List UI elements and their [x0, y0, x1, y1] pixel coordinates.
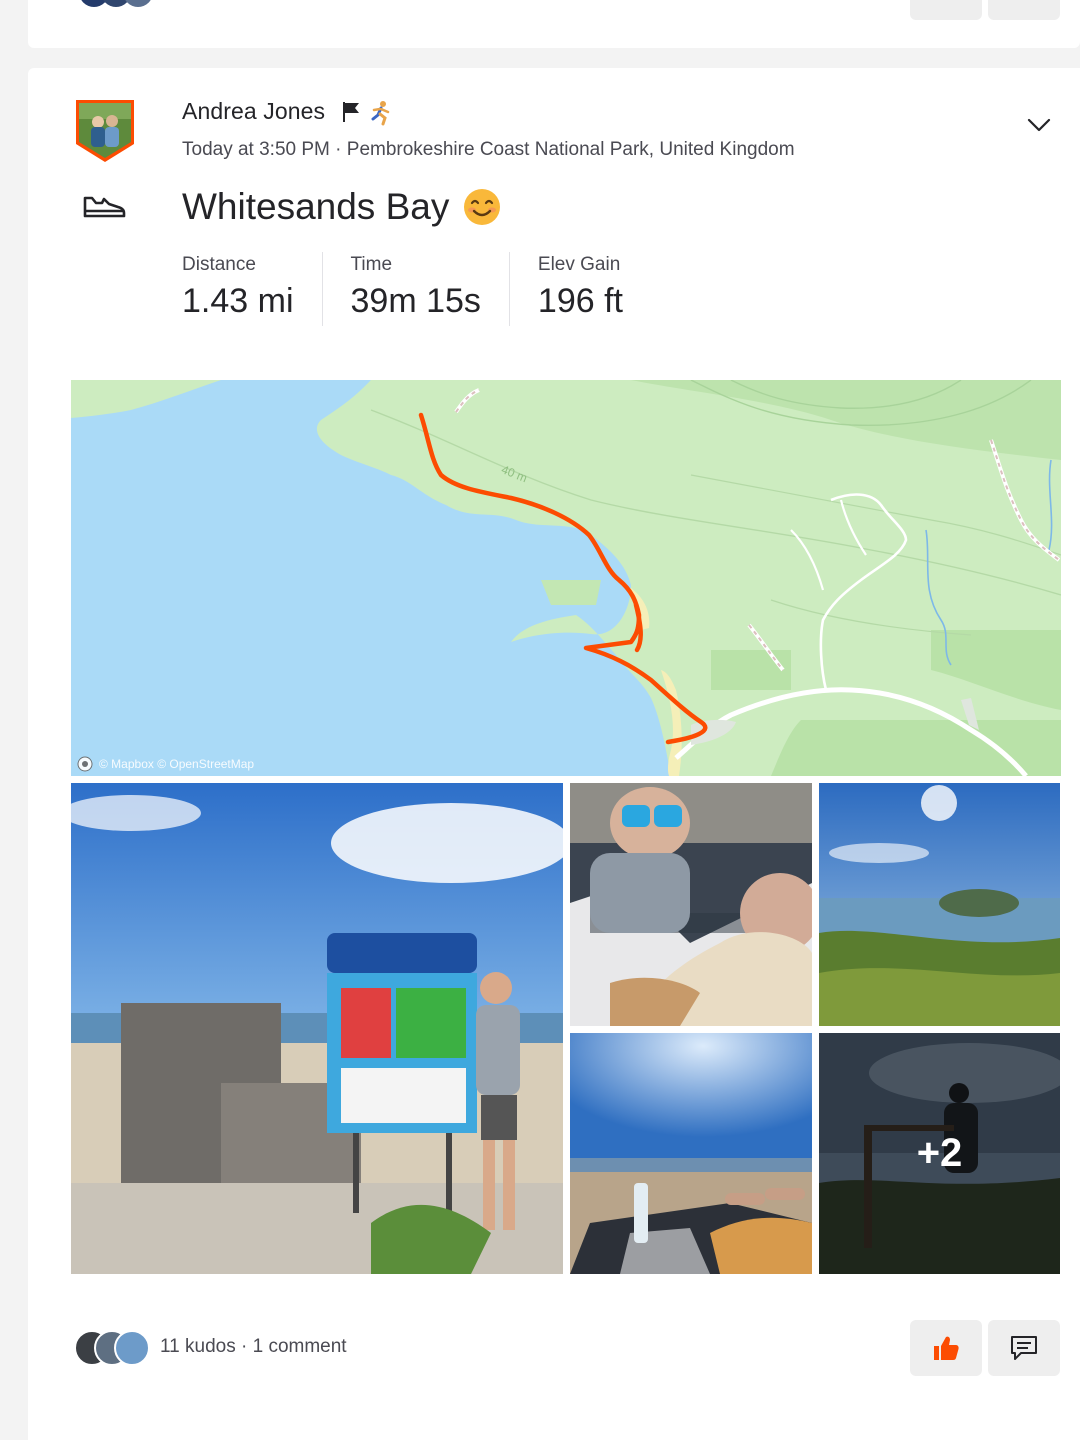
activity-timestamp: Today at 3:50 PM [182, 139, 330, 160]
shoe-icon [83, 196, 126, 218]
stat-time: Time 39m 15s [351, 252, 510, 326]
comment-count[interactable]: 1 comment [253, 1336, 347, 1357]
activity-title[interactable]: Whitesands Bay [182, 186, 501, 228]
stat-distance: Distance 1.43 mi [182, 252, 323, 326]
stat-value: 39m 15s [350, 282, 481, 320]
kudos-count[interactable]: 11 kudos [160, 1336, 236, 1357]
activity-card: Andrea Jones Today at 3:50 PM · Pembroke… [28, 68, 1080, 1440]
stat-label: Elev Gain [537, 254, 621, 275]
more-photos-count[interactable]: +2 [819, 1033, 1060, 1274]
previous-activity-card [28, 0, 1080, 48]
activity-location: Pembrokeshire Coast National Park, Unite… [346, 139, 795, 160]
previous-kudos-avatars[interactable] [80, 0, 180, 10]
comment-button[interactable] [988, 1320, 1060, 1376]
smiling-face-icon [464, 189, 501, 225]
kudos-button[interactable] [910, 1320, 982, 1376]
chevron-down-icon[interactable] [1026, 112, 1052, 138]
runner-icon [371, 101, 390, 126]
activity-stats: Distance 1.43 mi Time 39m 15s Elev Gain … [182, 252, 679, 326]
previous-comment-button[interactable] [988, 0, 1060, 20]
stat-value: 196 ft [537, 282, 623, 320]
meta-separator: · [329, 139, 347, 160]
stat-elevation: Elev Gain 196 ft [538, 252, 651, 326]
photo-3[interactable] [819, 783, 1060, 1026]
comment-icon [1011, 1336, 1037, 1360]
athlete-avatar[interactable] [74, 98, 136, 164]
attribution-text: © Mapbox © OpenStreetMap [99, 757, 255, 771]
mapbox-logo-icon [77, 756, 93, 772]
athlete-name[interactable]: Andrea Jones [182, 98, 325, 125]
activity-meta: Today at 3:50 PM · Pembrokeshire Coast N… [182, 139, 795, 161]
route-map[interactable]: 40 m © Mapbox © OpenStreetMap [71, 380, 1061, 776]
athlete-badges [340, 100, 394, 126]
thumbs-up-icon [934, 1336, 959, 1360]
photo-2[interactable] [570, 783, 812, 1026]
photo-4[interactable] [570, 1033, 812, 1274]
kudos-avatars[interactable] [74, 1330, 154, 1366]
photo-5-more[interactable]: +2 [819, 1033, 1060, 1274]
kudos-summary[interactable]: 11 kudos · 1 comment [160, 1336, 347, 1358]
kudos-separator: · [235, 1336, 253, 1357]
photo-main[interactable] [71, 783, 563, 1274]
flag-icon [343, 102, 359, 122]
activity-title-text[interactable]: Whitesands Bay [182, 186, 449, 228]
stat-label: Time [350, 254, 393, 275]
map-attribution[interactable]: © Mapbox © OpenStreetMap [77, 756, 254, 772]
stat-value: 1.43 mi [182, 282, 294, 320]
previous-kudos-button[interactable] [910, 0, 982, 20]
stat-label: Distance [182, 254, 256, 275]
